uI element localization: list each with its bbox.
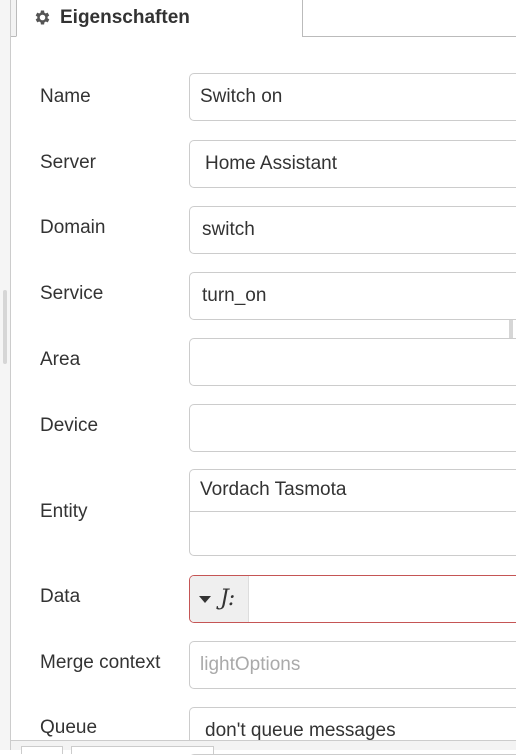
entity-label: Entity	[40, 501, 88, 522]
entity-chip[interactable]: Vordach Tasmota	[190, 470, 516, 512]
tab-secondary[interactable]	[302, 0, 516, 37]
left-gutter	[0, 0, 11, 750]
bottom-button-2[interactable]	[71, 746, 214, 754]
merge-context-input[interactable]: lightOptions	[189, 641, 516, 689]
name-label: Name	[40, 86, 91, 107]
entity-input[interactable]: Vordach Tasmota	[189, 469, 516, 556]
bottom-button-1[interactable]	[21, 746, 63, 754]
area-label: Area	[40, 349, 81, 370]
merge-context-label: Merge context	[40, 652, 161, 673]
server-label: Server	[40, 152, 96, 173]
tab-properties-label: Eigenschaften	[60, 6, 190, 28]
tab-properties[interactable]: Eigenschaften	[16, 0, 303, 37]
name-input[interactable]: Switch on	[189, 73, 516, 121]
gear-icon	[35, 10, 50, 25]
tab-bar: Eigenschaften	[11, 0, 516, 37]
data-label: Data	[40, 586, 81, 607]
device-label: Device	[40, 415, 99, 436]
domain-input[interactable]: switch	[189, 206, 516, 254]
json-icon: J:	[220, 586, 236, 611]
device-input[interactable]	[189, 404, 516, 452]
caret-down-icon	[199, 595, 211, 603]
domain-label: Domain	[40, 217, 106, 238]
data-type-button[interactable]: J:	[190, 576, 249, 622]
queue-label: Queue	[40, 717, 98, 738]
area-input[interactable]	[189, 338, 516, 386]
bottom-toolbar	[11, 740, 516, 754]
left-resize-handle[interactable]	[3, 290, 7, 364]
service-label: Service	[40, 283, 104, 304]
data-input[interactable]: J:	[189, 575, 516, 623]
service-input[interactable]: turn_on	[189, 272, 516, 320]
server-select[interactable]: Home Assistant	[189, 140, 516, 188]
